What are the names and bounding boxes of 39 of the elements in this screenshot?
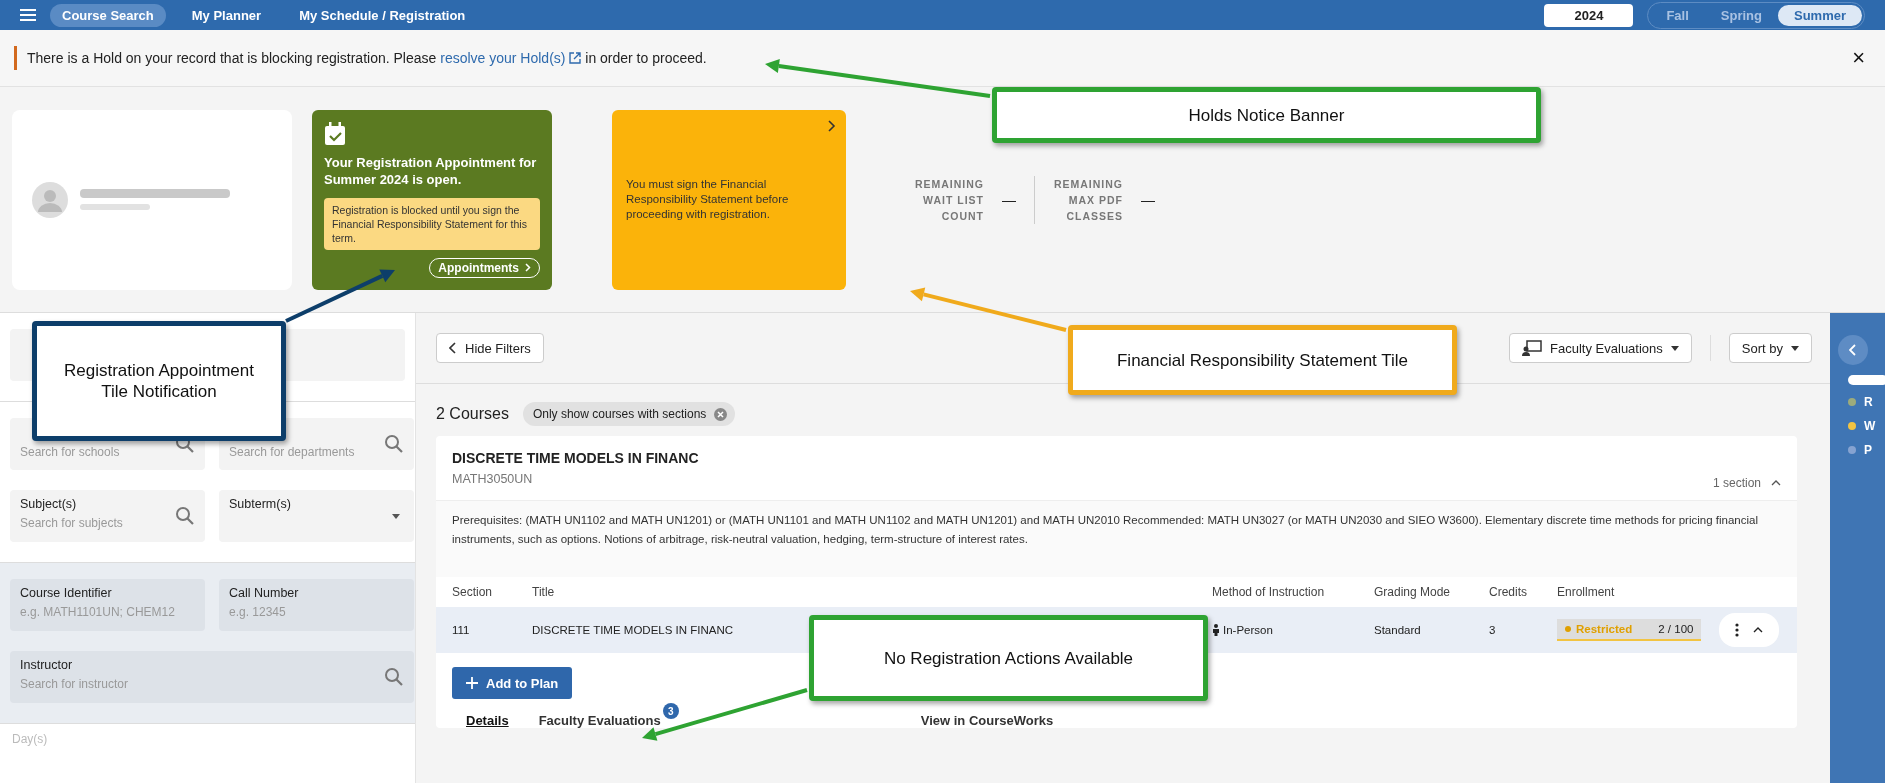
field-label: Day(s) bbox=[12, 732, 48, 746]
financial-statement-text: You must sign the Financial Responsibility Statement before proceeding with registration. bbox=[626, 177, 790, 222]
column-header: Enrollment bbox=[1557, 585, 1616, 599]
table-cell-text: 3 bbox=[1489, 624, 1497, 636]
field-label: Course Identifier bbox=[20, 586, 113, 600]
blocked-notice: Registration is blocked until you sign the Financial Responsibility Statement for this term. bbox=[324, 197, 540, 250]
field-label: Subject(s) bbox=[20, 497, 78, 511]
course-count: 2 Courses bbox=[436, 405, 509, 423]
legend-label: R bbox=[1864, 395, 1873, 409]
appointment-title: Your Registration Appointment for Summer 2024 is open. bbox=[324, 153, 538, 188]
column-header: Credits bbox=[1489, 585, 1528, 599]
annotation-tooltip: No Registration Actions Available bbox=[809, 615, 1208, 701]
stat-label: REMAINING MAX PDF CLASSES bbox=[1053, 176, 1123, 224]
table-cell-text: Standard bbox=[1374, 624, 1422, 636]
hold-message: There is a Hold on your record that is blocking registration. Please resolve your Hold(s) in order to proceed. bbox=[27, 50, 708, 66]
course-code: MATH3050UN bbox=[452, 472, 534, 486]
enrollment-status: Restricted 2 / 100 bbox=[1557, 619, 1702, 641]
legend-label: P bbox=[1864, 443, 1872, 457]
stat-value: — bbox=[1002, 191, 1016, 208]
count-badge: 3 bbox=[662, 703, 679, 719]
field-label: Subterm(s) bbox=[229, 497, 292, 511]
table-cell-text: 111 bbox=[452, 624, 471, 636]
stat-label: REMAINING WAIT LIST COUNT bbox=[914, 176, 984, 224]
table-cell: In-Person bbox=[1212, 624, 1374, 636]
column-header: Title bbox=[532, 585, 556, 599]
column-header: Method of Instruction bbox=[1212, 585, 1326, 599]
stat-value: — bbox=[1141, 191, 1155, 208]
column-header: Grading Mode bbox=[1374, 585, 1452, 599]
table-cell-text: DISCRETE TIME MODELS IN FINANC bbox=[532, 624, 735, 636]
legend-label: W bbox=[1864, 419, 1876, 433]
annotation-tooltip: Financial Responsibility Statement Tile bbox=[1068, 325, 1457, 395]
field-label: Instructor bbox=[20, 658, 74, 672]
annotation-tooltip: Holds Notice Banner bbox=[992, 87, 1541, 143]
annotation-tooltip: Registration Appointment Tile Notification bbox=[32, 321, 286, 441]
section-count: 1 section bbox=[1712, 476, 1761, 490]
field-label: Call Number bbox=[229, 586, 300, 600]
course-title: DISCRETE TIME MODELS IN FINANC bbox=[452, 450, 699, 466]
column-header: Section bbox=[452, 585, 494, 599]
course-description: Prerequisites: (MATH UN1102 and MATH UN1201) or (MATH UN1101 and MATH UN1102 and MATH UN1201) and MATH UN2010 Recommended: MATH UN3027 (or MATH UN2030 and SIEO W3600). Elementary discrete time methods for pricing financial instruments, such as options. Notions of arbitrage, risk-neutral valuation, hedging, term-structure of interest rates. bbox=[436, 501, 1797, 577]
